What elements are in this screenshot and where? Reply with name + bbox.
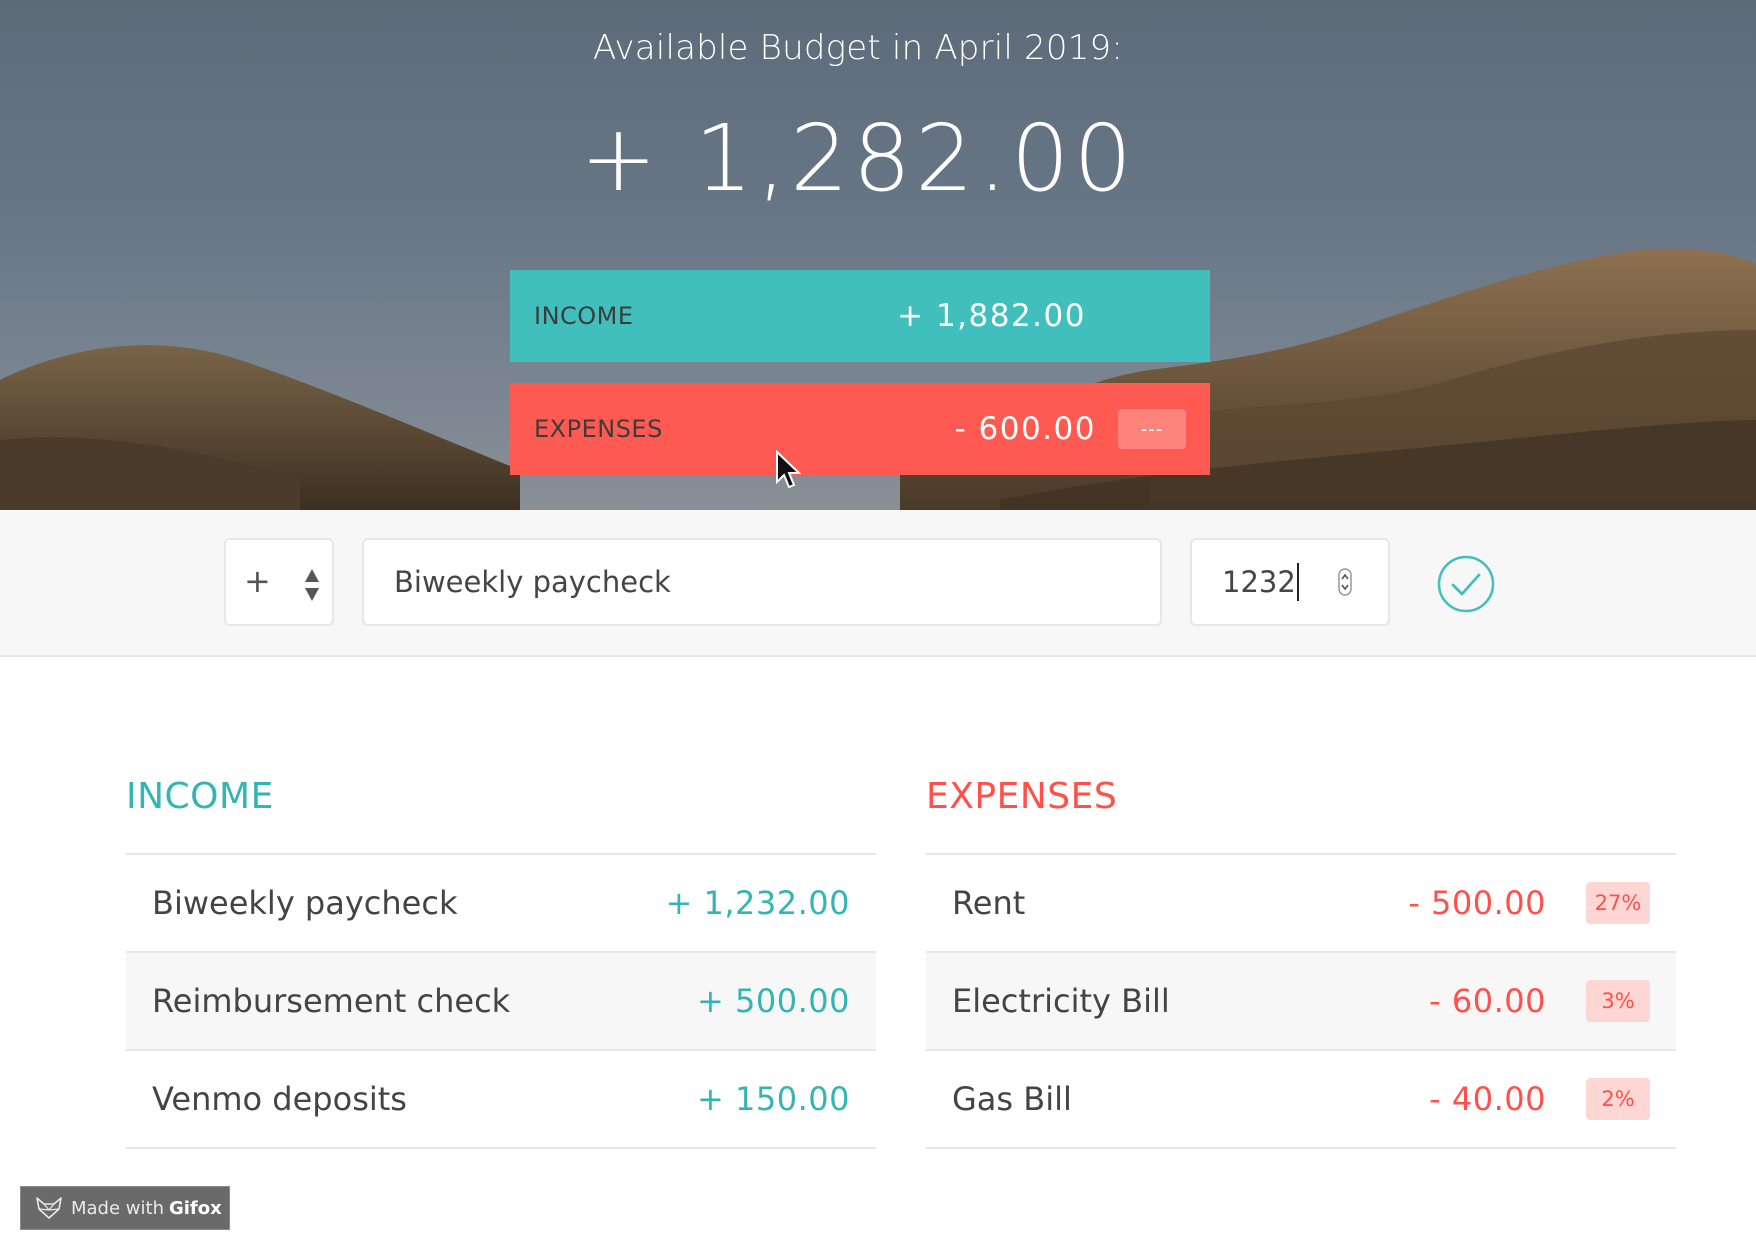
expenses-summary-label: EXPENSES — [534, 415, 663, 443]
expense-list-item[interactable]: Rent - 500.00 27% — [926, 855, 1676, 953]
income-list-item[interactable]: Reimbursement check + 500.00 — [126, 953, 876, 1051]
description-input-value: Biweekly paycheck — [394, 565, 671, 599]
type-select[interactable]: + — [224, 538, 334, 626]
income-heading: INCOME — [126, 776, 274, 817]
mouse-pointer-icon — [776, 450, 801, 489]
income-summary: INCOME + 1,882.00 — [510, 270, 1210, 362]
text-caret — [1296, 563, 1299, 601]
watermark-prefix: Made with — [71, 1197, 164, 1219]
income-list: Biweekly paycheck + 1,232.00 Reimburseme… — [126, 853, 876, 1149]
fox-icon — [36, 1197, 62, 1219]
add-item-bar: + Biweekly paycheck 1232 — [0, 510, 1756, 657]
expense-item-value: - 500.00 — [1408, 884, 1546, 922]
expense-item-percentage: 3% — [1586, 980, 1650, 1022]
description-input[interactable]: Biweekly paycheck — [362, 538, 1162, 626]
expense-item-percentage: 27% — [1586, 882, 1650, 924]
expenses-summary: EXPENSES - 600.00 --- — [510, 383, 1210, 475]
expense-item-value: - 60.00 — [1429, 982, 1546, 1020]
amount-input-value: 1232 — [1222, 565, 1296, 599]
up-down-arrows-icon — [305, 569, 319, 601]
type-select-value: + — [244, 562, 271, 600]
income-item-description: Reimbursement check — [152, 982, 511, 1020]
expenses-summary-percentage: --- — [1118, 409, 1186, 449]
expenses-list: Rent - 500.00 27% Electricity Bill - 60.… — [926, 853, 1676, 1149]
income-item-value: + 150.00 — [697, 1080, 850, 1118]
income-item-description: Venmo deposits — [152, 1080, 407, 1118]
expenses-summary-value: - 600.00 — [954, 411, 1096, 447]
expense-item-value: - 40.00 — [1429, 1080, 1546, 1118]
amount-input[interactable]: 1232 — [1190, 538, 1390, 626]
expense-item-description: Gas Bill — [952, 1080, 1072, 1118]
expense-list-item[interactable]: Gas Bill - 40.00 2% — [926, 1051, 1676, 1149]
budget-title: Available Budget in April 2019: — [592, 28, 1124, 68]
expense-item-description: Electricity Bill — [952, 982, 1170, 1020]
income-column: INCOME Biweekly paycheck + 1,232.00 Reim… — [126, 776, 876, 1149]
budget-header: Available Budget in April 2019: + 1,282.… — [0, 0, 1756, 510]
expense-list-item[interactable]: Electricity Bill - 60.00 3% — [926, 953, 1676, 1051]
expense-item-description: Rent — [952, 884, 1026, 922]
check-circle-icon[interactable] — [1436, 554, 1496, 614]
income-summary-value: + 1,882.00 — [897, 298, 1086, 334]
budget-value: + 1,282.00 — [579, 105, 1137, 212]
income-item-value: + 500.00 — [697, 982, 850, 1020]
expenses-column: EXPENSES Rent - 500.00 27% Electricity B… — [926, 776, 1676, 1149]
income-list-item[interactable]: Biweekly paycheck + 1,232.00 — [126, 855, 876, 953]
income-list-item[interactable]: Venmo deposits + 150.00 — [126, 1051, 876, 1149]
income-item-description: Biweekly paycheck — [152, 884, 458, 922]
income-summary-label: INCOME — [534, 302, 634, 330]
watermark-brand: Gifox — [168, 1197, 222, 1219]
expenses-heading: EXPENSES — [926, 776, 1118, 817]
expense-item-percentage: 2% — [1586, 1078, 1650, 1120]
income-item-value: + 1,232.00 — [665, 884, 850, 922]
number-spinner-icon[interactable] — [1338, 568, 1352, 596]
gifox-watermark: Made with Gifox — [20, 1186, 230, 1230]
